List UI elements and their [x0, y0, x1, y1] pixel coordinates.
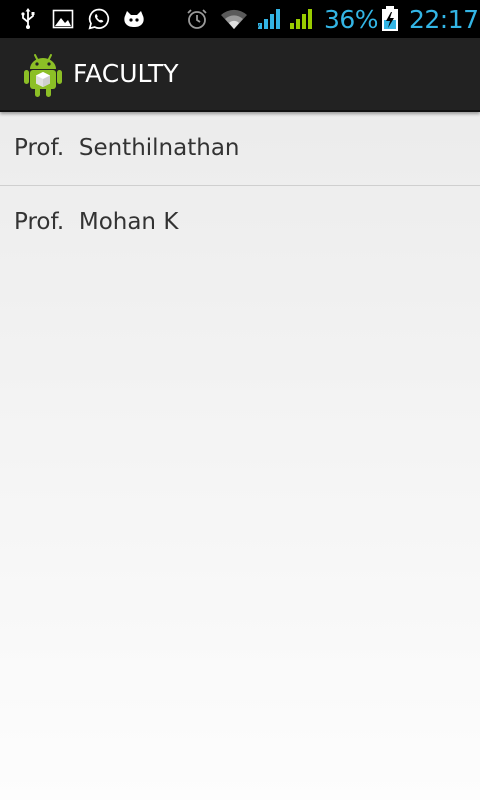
action-bar: FACULTY [0, 38, 480, 112]
signal-icon [256, 9, 280, 30]
list-item-label: Prof. Senthilnathan [14, 135, 240, 161]
app-title: FACULTY [73, 59, 179, 88]
wifi-icon [221, 9, 247, 29]
signal-icon [290, 9, 312, 29]
battery-percent: 36% [324, 5, 379, 34]
list-item-label: Prof. Mohan K [14, 209, 179, 235]
usb-icon [21, 8, 35, 29]
status-bar: 36% 22:17 [0, 0, 480, 38]
list-item[interactable]: Prof. Mohan K [0, 186, 480, 260]
list-item[interactable]: Prof. Senthilnathan [0, 112, 480, 186]
battery-charging-icon [382, 6, 398, 31]
android-logo-icon[interactable] [22, 52, 64, 98]
faculty-list: Prof. Senthilnathan Prof. Mohan K [0, 112, 480, 260]
whatsapp-icon [88, 8, 110, 30]
gallery-icon [52, 9, 74, 29]
clock-time: 22:17 [409, 5, 479, 34]
alarm-icon [187, 9, 207, 29]
notification-app-icon [124, 11, 144, 27]
